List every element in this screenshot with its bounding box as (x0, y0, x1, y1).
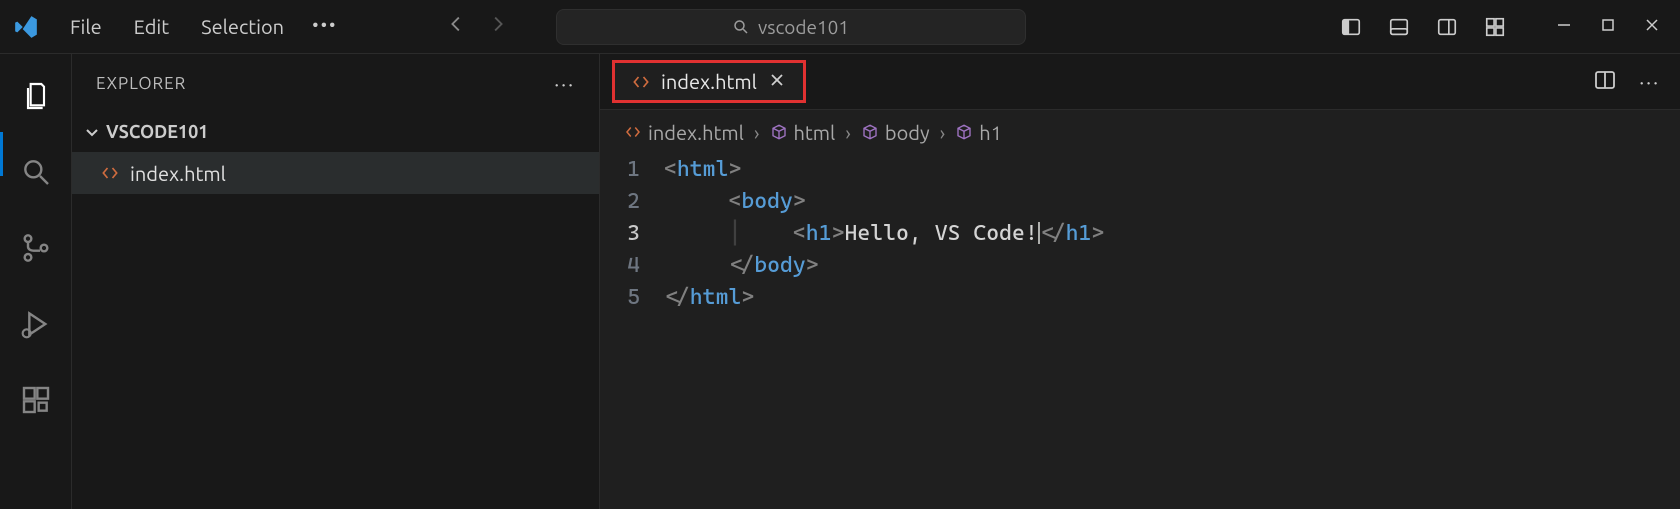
window-close-icon[interactable] (1644, 17, 1660, 37)
window-maximize-icon[interactable] (1600, 17, 1616, 37)
activity-run-debug-icon[interactable] (18, 306, 54, 342)
chevron-down-icon (84, 124, 100, 140)
editor-group: index.html ··· index.html › html › (600, 54, 1680, 509)
nav-forward-icon[interactable] (486, 13, 508, 40)
breadcrumb-html-label: html (794, 121, 836, 144)
breadcrumb-sep-icon: › (940, 121, 946, 144)
code-line: 1 <html> (600, 154, 1680, 186)
html-file-icon (631, 72, 651, 92)
html-file-icon (624, 123, 642, 141)
file-name: index.html (130, 162, 226, 185)
line-number: 5 (600, 282, 664, 314)
toggle-panel-icon[interactable] (1386, 14, 1412, 40)
toggle-primary-sidebar-icon[interactable] (1338, 14, 1364, 40)
tab-label: index.html (661, 70, 757, 93)
menu-bar: File Edit Selection ••• (56, 9, 348, 44)
command-center-search[interactable]: vscode101 (556, 9, 1026, 45)
activity-source-control-icon[interactable] (18, 230, 54, 266)
explorer-title: EXPLORER (96, 74, 186, 93)
activity-search-icon[interactable] (18, 154, 54, 190)
activity-bar (0, 54, 72, 509)
editor-more-icon[interactable]: ··· (1639, 70, 1660, 93)
title-bar: File Edit Selection ••• vscode101 (0, 0, 1680, 54)
cube-icon (770, 123, 788, 141)
line-number: 4 (600, 250, 664, 282)
code-line: 2 <body> (600, 186, 1680, 218)
main-area: EXPLORER ··· VSCODE101 index.html index.… (0, 54, 1680, 509)
file-item-index-html[interactable]: index.html (72, 152, 599, 194)
explorer-sidebar: EXPLORER ··· VSCODE101 index.html (72, 54, 600, 509)
breadcrumb[interactable]: index.html › html › body › h1 (600, 110, 1680, 154)
activity-explorer-icon[interactable] (18, 78, 54, 114)
breadcrumb-sep-icon: › (845, 121, 851, 144)
breadcrumb-sep-icon: › (754, 121, 760, 144)
breadcrumb-html[interactable]: html (770, 121, 836, 144)
explorer-header: EXPLORER ··· (72, 54, 599, 112)
folder-name: VSCODE101 (106, 122, 208, 142)
line-number: 1 (600, 154, 664, 186)
code-line: 3 │ <h1>Hello, VS Code!</h1> (600, 218, 1680, 250)
tabs-row: index.html ··· (600, 54, 1680, 110)
nav-back-icon[interactable] (446, 13, 468, 40)
cube-icon (955, 123, 973, 141)
window-controls (1556, 17, 1672, 37)
layout-controls (1338, 14, 1508, 40)
code-line: 4 </body> (600, 250, 1680, 282)
menu-overflow-icon[interactable]: ••• (302, 9, 347, 44)
menu-edit[interactable]: Edit (120, 9, 183, 44)
line-number: 3 (600, 218, 664, 250)
editor-actions: ··· (1593, 54, 1680, 109)
code-line: 5 </html> (600, 282, 1680, 314)
folder-header[interactable]: VSCODE101 (72, 112, 599, 152)
explorer-more-icon[interactable]: ··· (554, 72, 575, 95)
breadcrumb-h1[interactable]: h1 (955, 121, 1002, 144)
breadcrumb-body[interactable]: body (861, 121, 930, 144)
html-file-icon (100, 163, 120, 183)
cube-icon (861, 123, 879, 141)
split-editor-icon[interactable] (1593, 68, 1617, 96)
search-text: vscode101 (758, 16, 849, 38)
breadcrumb-file[interactable]: index.html (624, 121, 744, 144)
window-minimize-icon[interactable] (1556, 17, 1572, 37)
vscode-logo-icon (8, 14, 44, 40)
tab-index-html[interactable]: index.html (612, 60, 806, 103)
line-number: 2 (600, 186, 664, 218)
tab-close-icon[interactable] (767, 72, 787, 92)
customize-layout-icon[interactable] (1482, 14, 1508, 40)
breadcrumb-body-label: body (885, 121, 930, 144)
breadcrumb-file-label: index.html (648, 121, 744, 144)
code-editor[interactable]: 1 <html> 2 <body> 3 │ <h1>Hello, VS Code… (600, 154, 1680, 314)
nav-arrows (446, 13, 508, 40)
activity-extensions-icon[interactable] (18, 382, 54, 418)
menu-file[interactable]: File (56, 9, 116, 44)
menu-selection[interactable]: Selection (187, 9, 298, 44)
active-indicator (0, 132, 3, 176)
breadcrumb-h1-label: h1 (979, 121, 1002, 144)
search-icon (732, 18, 750, 36)
toggle-secondary-sidebar-icon[interactable] (1434, 14, 1460, 40)
